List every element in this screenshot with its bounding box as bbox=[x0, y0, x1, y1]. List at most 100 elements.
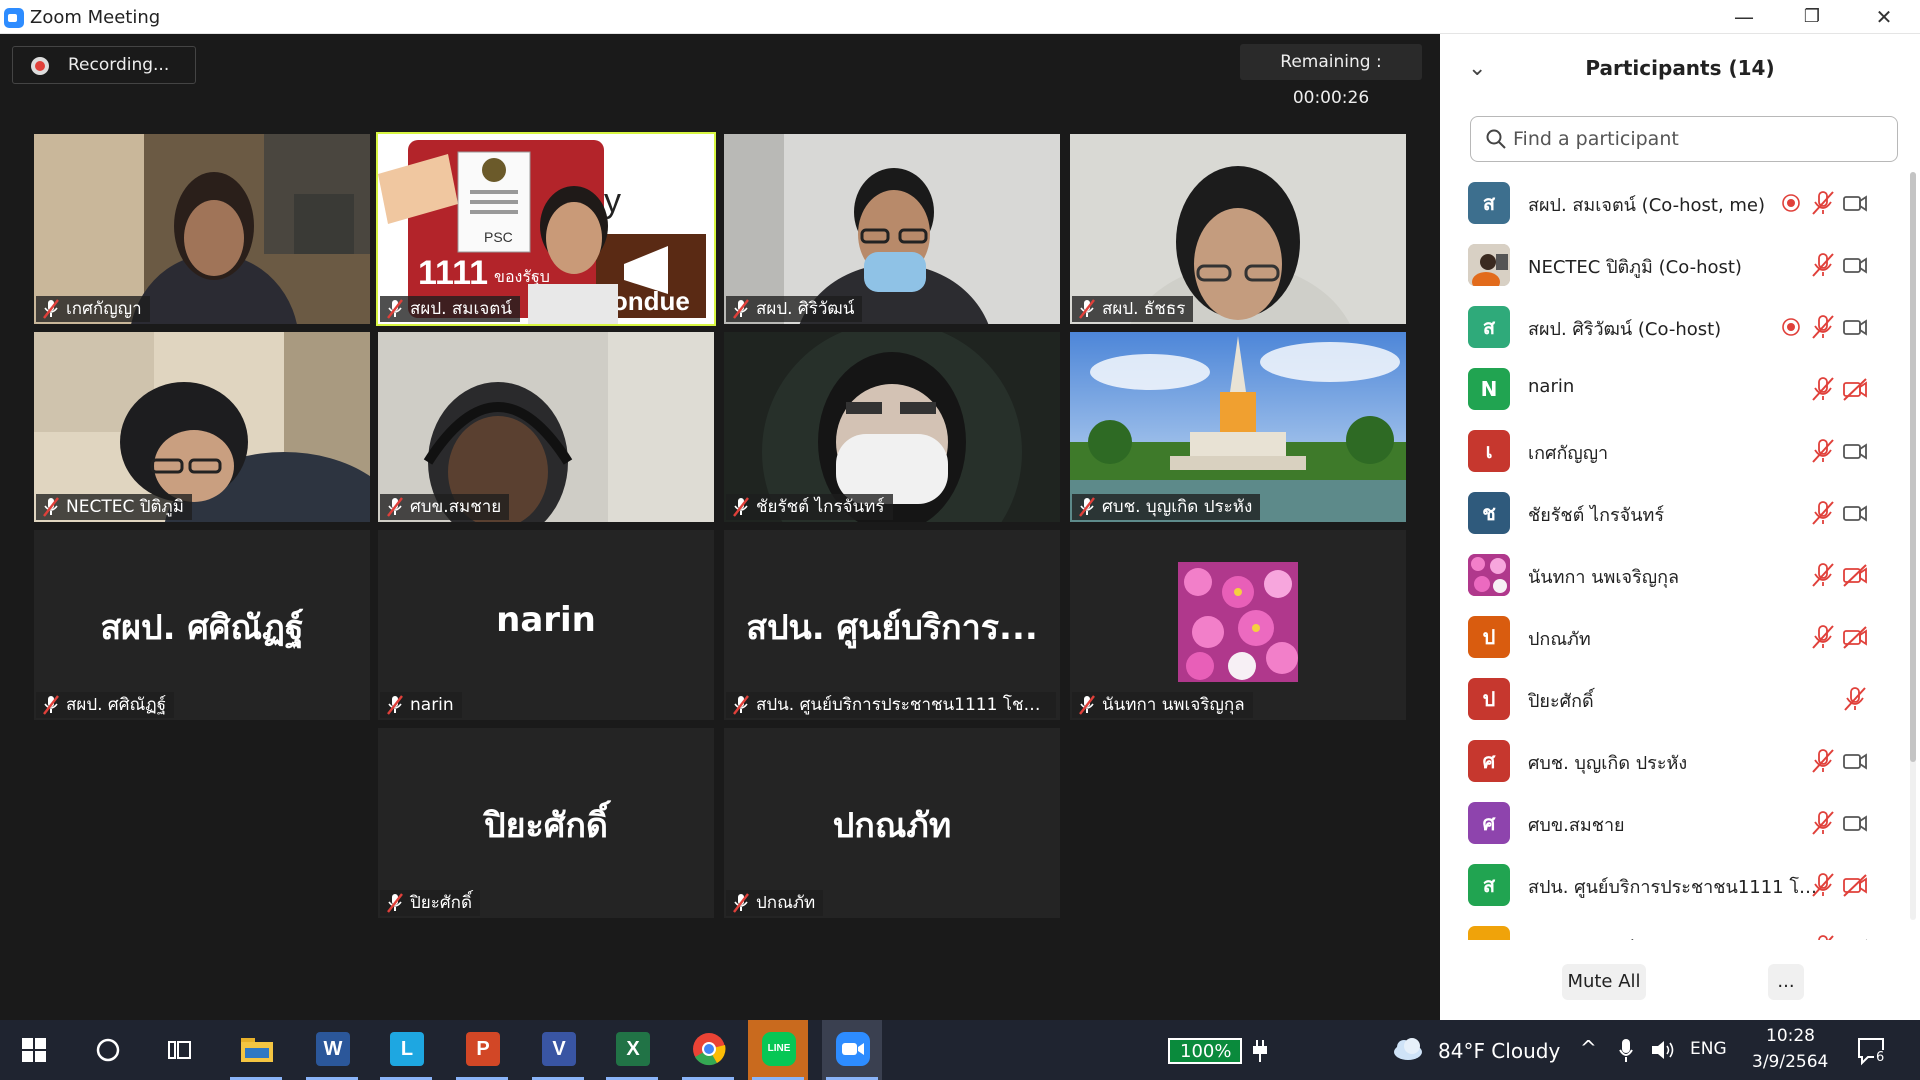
participant-row[interactable]: Nnarin bbox=[1440, 358, 1908, 420]
chrome-icon bbox=[693, 1033, 726, 1066]
name-tag: สผป. ศศิณัฏฐ์ bbox=[36, 692, 175, 718]
muted-mic-icon[interactable] bbox=[1810, 748, 1836, 774]
name-tag: narin bbox=[380, 692, 462, 718]
taskbar-app-visio[interactable]: V bbox=[528, 1020, 588, 1080]
participant-row[interactable]: ศ ศบข.สมชาย bbox=[1440, 792, 1908, 854]
video-tile[interactable]: ปกณภัท ปกณภัท bbox=[724, 728, 1060, 918]
muted-mic-icon[interactable] bbox=[1810, 314, 1836, 340]
muted-mic-icon[interactable] bbox=[1810, 190, 1836, 216]
volume-icon[interactable] bbox=[1650, 1038, 1676, 1062]
participant-row[interactable]: สสผป. ศิริวัฒน์ (Co-host) bbox=[1440, 296, 1908, 358]
tray-chevron-icon[interactable]: ^ bbox=[1580, 1036, 1597, 1060]
taskbar-app-excel[interactable]: X bbox=[602, 1020, 662, 1080]
avatar-initial: ส bbox=[1483, 935, 1495, 940]
video-tile[interactable]: เกศกัญญา bbox=[34, 134, 370, 324]
participant-list[interactable]: สสผป. สมเจตน์ (Co-host, me) NECTEC ปิติภู… bbox=[1440, 172, 1908, 940]
avatar-initial: ศ bbox=[1482, 811, 1496, 835]
taskbar-app-line[interactable]: LINE bbox=[748, 1020, 808, 1080]
taskbar-app-powerpoint[interactable]: P bbox=[452, 1020, 512, 1080]
video-tile[interactable]: สผป. ศิริวัฒน์ bbox=[724, 134, 1060, 324]
video-tile[interactable]: ชัยรัชต์ ไกรจันทร์ bbox=[724, 332, 1060, 522]
video-off-icon[interactable] bbox=[1842, 624, 1868, 650]
taskbar-app-zoom[interactable] bbox=[822, 1020, 882, 1080]
participant-row[interactable]: สสผป. สมเจตน์ (Co-host, me) bbox=[1440, 172, 1908, 234]
muted-mic-icon[interactable] bbox=[1810, 500, 1836, 526]
participant-row[interactable]: ศ ศบช. บุญเกิด ประหัง bbox=[1440, 730, 1908, 792]
muted-mic-icon[interactable] bbox=[1810, 376, 1836, 402]
participant-row[interactable]: ป ปิยะศักดิ์ bbox=[1440, 668, 1908, 730]
windows-taskbar: W L P V X LINE 100% 84°F Cloudy ^ ENG 10:28 3… bbox=[0, 1020, 1920, 1080]
search-taskbar-button[interactable] bbox=[78, 1020, 138, 1080]
taskbar-app-word[interactable]: W bbox=[302, 1020, 362, 1080]
muted-mic-icon bbox=[1079, 695, 1095, 715]
participant-row[interactable]: ช ชัยรัชต์ ไกรจันทร์ bbox=[1440, 482, 1908, 544]
participant-search[interactable] bbox=[1470, 116, 1898, 162]
clock-date[interactable]: 3/9/2564 bbox=[1752, 1052, 1828, 1072]
microphone-tray-icon[interactable] bbox=[1618, 1038, 1634, 1064]
video-camera-icon[interactable] bbox=[1842, 438, 1868, 464]
video-camera-icon[interactable] bbox=[1842, 252, 1868, 278]
poster-by: y bbox=[604, 182, 621, 220]
muted-mic-icon[interactable] bbox=[1810, 562, 1836, 588]
video-tile[interactable]: สผป. ศศิณัฏฐ์ สผป. ศศิณัฏฐ์ bbox=[34, 530, 370, 720]
recording-label: Recording... bbox=[68, 55, 170, 75]
minimize-button[interactable]: — bbox=[1716, 3, 1772, 31]
close-button[interactable]: ✕ bbox=[1856, 3, 1912, 31]
record-dot-icon bbox=[31, 57, 49, 75]
avatar-initial: ส bbox=[1482, 315, 1496, 339]
battery-percent: 100% bbox=[1180, 1041, 1232, 1062]
weather-text[interactable]: 84°F Cloudy bbox=[1438, 1039, 1560, 1063]
task-view-button[interactable] bbox=[150, 1020, 210, 1080]
mute-all-button[interactable]: Mute All bbox=[1562, 964, 1646, 1000]
video-tile[interactable]: NECTEC ปิติภูมิ bbox=[34, 332, 370, 522]
battery-indicator[interactable]: 100% bbox=[1168, 1038, 1242, 1064]
more-options-button[interactable]: ... bbox=[1768, 964, 1804, 1000]
muted-mic-icon[interactable] bbox=[1810, 810, 1836, 836]
restore-button[interactable]: ❐ bbox=[1784, 3, 1840, 31]
participant-row[interactable]: เ เกศกัญญา bbox=[1440, 420, 1908, 482]
video-camera-icon[interactable] bbox=[1842, 500, 1868, 526]
video-tile[interactable]: สปน. ศูนย์บริการ... สปน. ศูนย์บริการประชา… bbox=[724, 530, 1060, 720]
participant-scrollbar[interactable] bbox=[1910, 172, 1916, 920]
video-tile[interactable]: narin narin bbox=[378, 530, 714, 720]
participant-name: ปกณภัท bbox=[1528, 629, 1591, 650]
taskbar-app-file-explorer[interactable] bbox=[226, 1020, 286, 1080]
muted-mic-icon[interactable] bbox=[1810, 624, 1836, 650]
scrollbar-thumb[interactable] bbox=[1910, 172, 1916, 762]
participant-row[interactable]: ป ปกณภัท bbox=[1440, 606, 1908, 668]
start-button[interactable] bbox=[4, 1020, 64, 1080]
video-camera-icon[interactable] bbox=[1842, 314, 1868, 340]
video-tile[interactable]: PSC 1111 ของรัฐบ Fondue y สผป. สมเจตน์ bbox=[376, 132, 716, 326]
taskbar-app-app-l[interactable]: L bbox=[376, 1020, 436, 1080]
participant-row[interactable]: ส สปน. ศูนย์บริการประชาชน1111 โชค... bbox=[1440, 854, 1908, 916]
video-tile[interactable]: สผป. ธัชธร bbox=[1070, 134, 1406, 324]
participant-name: ศบข.สมชาย bbox=[410, 497, 502, 517]
recording-indicator[interactable]: Recording... bbox=[12, 46, 196, 84]
video-off-icon[interactable] bbox=[1842, 562, 1868, 588]
participant-row[interactable]: ส สผป. ศศิณัฏฐ์ bbox=[1440, 916, 1908, 940]
muted-mic-icon[interactable] bbox=[1810, 438, 1836, 464]
participants-footer: Mute All ... bbox=[1440, 964, 1920, 1008]
muted-mic-icon[interactable] bbox=[1810, 872, 1836, 898]
muted-mic-icon[interactable] bbox=[1810, 934, 1836, 940]
participant-row[interactable]: นันทกา นพเจริญกุล bbox=[1440, 544, 1908, 606]
video-camera-icon[interactable] bbox=[1842, 934, 1868, 940]
muted-mic-icon[interactable] bbox=[1842, 686, 1868, 712]
participant-name: สผป. ศศิณัฏฐ์ bbox=[66, 695, 167, 715]
search-input[interactable] bbox=[1513, 125, 1883, 153]
taskbar-app-chrome[interactable] bbox=[678, 1020, 738, 1080]
video-camera-icon[interactable] bbox=[1842, 190, 1868, 216]
video-tile[interactable]: ปิยะศักดิ์ ปิยะศักดิ์ bbox=[378, 728, 714, 918]
clock-time[interactable]: 10:28 bbox=[1766, 1026, 1815, 1046]
muted-mic-icon[interactable] bbox=[1810, 252, 1836, 278]
name-tag: สผป. สมเจตน์ bbox=[380, 296, 520, 322]
participant-row[interactable]: NECTEC ปิติภูมิ (Co-host) bbox=[1440, 234, 1908, 296]
input-language[interactable]: ENG bbox=[1690, 1039, 1727, 1059]
video-camera-icon[interactable] bbox=[1842, 748, 1868, 774]
video-tile[interactable]: ศบช. บุญเกิด ประหัง bbox=[1070, 332, 1406, 522]
video-off-icon[interactable] bbox=[1842, 872, 1868, 898]
video-off-icon[interactable] bbox=[1842, 376, 1868, 402]
video-tile[interactable]: ศบข.สมชาย bbox=[378, 332, 714, 522]
video-camera-icon[interactable] bbox=[1842, 810, 1868, 836]
video-tile[interactable]: นันทกา นพเจริญกุล bbox=[1070, 530, 1406, 720]
